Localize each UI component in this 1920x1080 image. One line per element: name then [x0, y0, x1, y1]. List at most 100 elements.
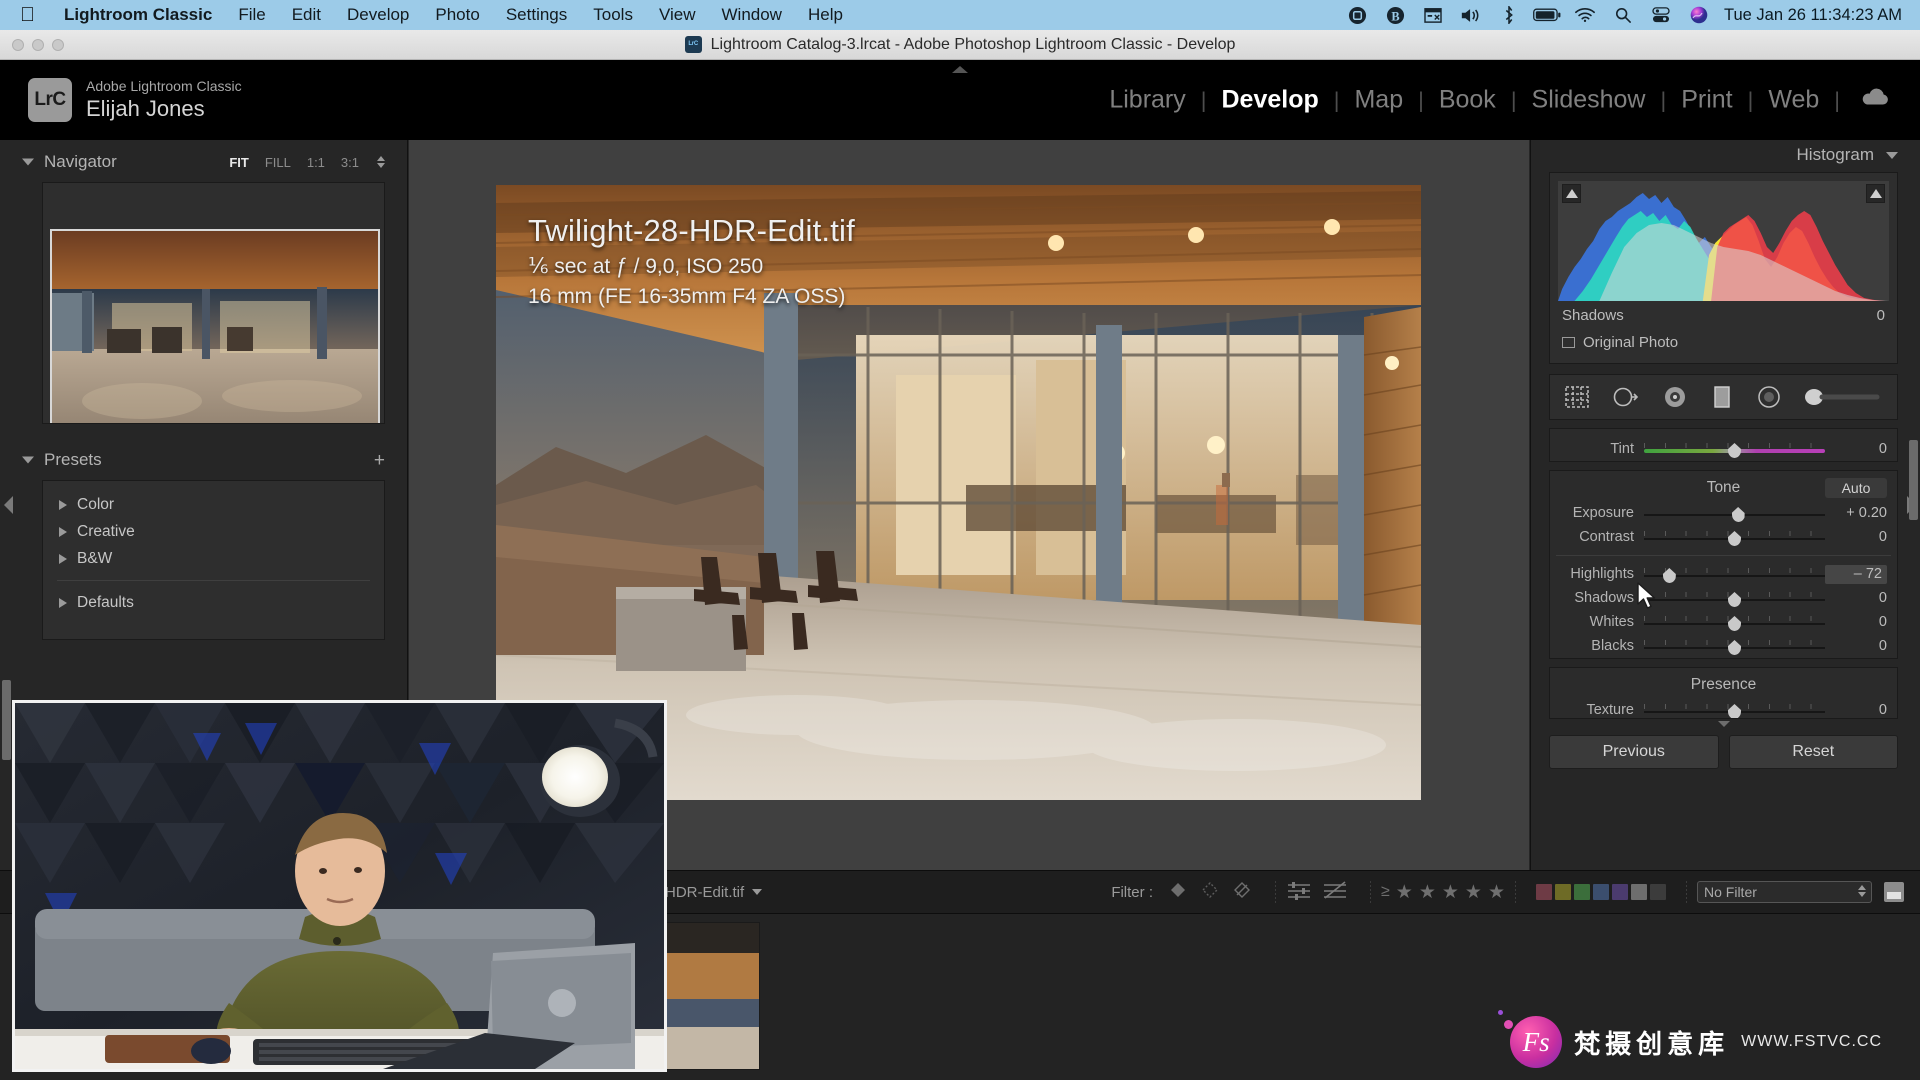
chevron-down-icon[interactable]	[752, 889, 763, 895]
zoom-stepper-icon[interactable]	[377, 156, 385, 168]
slider-track[interactable]	[1644, 612, 1825, 632]
slider-track[interactable]	[1644, 636, 1825, 656]
original-photo-toggle[interactable]: Original Photo	[1558, 329, 1889, 355]
histogram-header[interactable]: Histogram	[1531, 140, 1920, 170]
filter-preset-select[interactable]: No Filter	[1697, 881, 1872, 903]
slider-track[interactable]	[1644, 588, 1825, 608]
apple-icon[interactable]: 	[20, 5, 35, 25]
menu-help[interactable]: Help	[795, 5, 856, 25]
menu-develop[interactable]: Develop	[334, 5, 422, 25]
module-library[interactable]: Library	[1094, 86, 1200, 115]
edited-icon[interactable]	[1286, 879, 1312, 905]
stepper-icon[interactable]	[1858, 885, 1866, 897]
presets-header[interactable]: Presets +	[0, 446, 407, 474]
window-traffic-lights[interactable]	[12, 39, 64, 51]
slider-whites[interactable]: Whites 0	[1550, 610, 1897, 634]
minimize-button[interactable]	[32, 39, 44, 51]
left-panel-collapse-arrow[interactable]	[4, 496, 13, 514]
module-slideshow[interactable]: Slideshow	[1517, 86, 1661, 115]
previous-button[interactable]: Previous	[1549, 735, 1719, 769]
slider-tint[interactable]: Tint 0	[1550, 437, 1897, 461]
crop-overlay-icon[interactable]	[1564, 382, 1590, 412]
right-panel-collapse-handle[interactable]	[1549, 719, 1898, 735]
slider-exposure[interactable]: Exposure + 0.20	[1550, 501, 1897, 525]
chevron-down-icon[interactable]	[1886, 151, 1898, 159]
slider-track[interactable]	[1644, 503, 1825, 523]
zoom-1-1[interactable]: 1:1	[307, 155, 325, 170]
star-2-icon[interactable]: ★	[1419, 881, 1436, 904]
calendar-icon[interactable]	[1414, 7, 1452, 23]
menu-app-name[interactable]: Lightroom Classic	[51, 5, 225, 25]
chevron-right-icon[interactable]	[59, 597, 67, 608]
color-label-blue[interactable]	[1593, 884, 1609, 900]
module-book[interactable]: Book	[1424, 86, 1511, 115]
volume-icon[interactable]	[1452, 7, 1490, 24]
flag-pick-icon[interactable]	[1167, 879, 1189, 905]
menu-edit[interactable]: Edit	[279, 5, 334, 25]
chevron-down-icon[interactable]	[22, 456, 34, 464]
color-label-red[interactable]	[1536, 884, 1552, 900]
radial-filter-icon[interactable]	[1756, 382, 1781, 412]
star-1-icon[interactable]: ★	[1396, 881, 1413, 904]
slider-blacks[interactable]: Blacks 0	[1550, 634, 1897, 658]
star-4-icon[interactable]: ★	[1465, 881, 1482, 904]
chevron-right-icon[interactable]	[59, 499, 67, 510]
menu-view[interactable]: View	[646, 5, 709, 25]
preset-group-creative[interactable]: Creative	[43, 518, 384, 545]
menu-photo[interactable]: Photo	[422, 5, 492, 25]
slider-track[interactable]	[1644, 564, 1825, 584]
webcam-overlay[interactable]	[12, 700, 667, 1072]
highlight-clipping-button[interactable]	[1866, 184, 1885, 203]
identity-plate[interactable]: LrC Adobe Lightroom Classic Elijah Jones	[0, 78, 242, 123]
left-panel-scrollbar[interactable]	[2, 680, 11, 760]
star-5-icon[interactable]: ★	[1488, 881, 1505, 904]
lock-icon[interactable]	[1884, 882, 1904, 902]
navigator-header[interactable]: Navigator FIT FILL 1:1 3:1	[0, 148, 407, 176]
chevron-down-icon[interactable]	[22, 158, 34, 166]
zoom-3-1[interactable]: 3:1	[341, 155, 359, 170]
close-button[interactable]	[12, 39, 24, 51]
wifi-icon[interactable]	[1566, 7, 1604, 23]
checkbox-icon[interactable]	[1562, 336, 1575, 348]
bluetooth-icon[interactable]	[1490, 6, 1528, 24]
control-center-icon[interactable]	[1642, 7, 1680, 23]
record-icon[interactable]	[1338, 6, 1376, 25]
shadow-clipping-button[interactable]	[1562, 184, 1581, 203]
module-develop[interactable]: Develop	[1206, 86, 1333, 115]
top-panel-collapse-arrow[interactable]	[952, 66, 968, 73]
slider-track[interactable]	[1644, 439, 1825, 459]
color-label-none[interactable]	[1631, 884, 1647, 900]
navigator-thumbnail[interactable]	[50, 229, 380, 423]
menu-tools[interactable]: Tools	[580, 5, 646, 25]
histogram-graph[interactable]	[1558, 181, 1889, 301]
plus-icon[interactable]: +	[374, 451, 385, 470]
flag-reject-icon[interactable]	[1231, 879, 1253, 905]
preset-group-defaults[interactable]: Defaults	[43, 589, 384, 616]
filmstrip-thumbnail[interactable]	[652, 922, 760, 1070]
menubar-clock[interactable]: Tue Jan 26 11:34:23 AM	[1718, 6, 1910, 25]
slider-shadows[interactable]: Shadows 0	[1550, 586, 1897, 610]
slider-highlights[interactable]: Highlights – 72	[1550, 562, 1897, 586]
slider-value[interactable]: – 72	[1825, 564, 1887, 584]
slider-texture[interactable]: Texture 0	[1550, 698, 1897, 718]
menu-window[interactable]: Window	[709, 5, 795, 25]
zoom-fill[interactable]: FILL	[265, 155, 291, 170]
bitwarden-icon[interactable]: B	[1376, 6, 1414, 25]
preset-group-bw[interactable]: B&W	[43, 545, 384, 572]
maximize-button[interactable]	[52, 39, 64, 51]
preset-group-color[interactable]: Color	[43, 491, 384, 518]
slider-track[interactable]	[1644, 700, 1825, 718]
filmstrip-filename[interactable]: HDR-Edit.tif	[665, 884, 763, 901]
masking-rect-icon[interactable]	[1709, 382, 1734, 412]
color-label-green[interactable]	[1574, 884, 1590, 900]
slider-track[interactable]	[1644, 527, 1825, 547]
rating-prefix[interactable]: ≥	[1381, 883, 1390, 901]
auto-tone-button[interactable]: Auto	[1825, 478, 1887, 498]
unedited-icon[interactable]	[1322, 879, 1348, 905]
adjustment-brush-icon[interactable]	[1803, 382, 1883, 412]
star-3-icon[interactable]: ★	[1442, 881, 1459, 904]
color-label-yellow[interactable]	[1555, 884, 1571, 900]
slider-contrast[interactable]: Contrast 0	[1550, 525, 1897, 549]
reset-button[interactable]: Reset	[1728, 735, 1898, 769]
red-eye-icon[interactable]	[1662, 382, 1687, 412]
